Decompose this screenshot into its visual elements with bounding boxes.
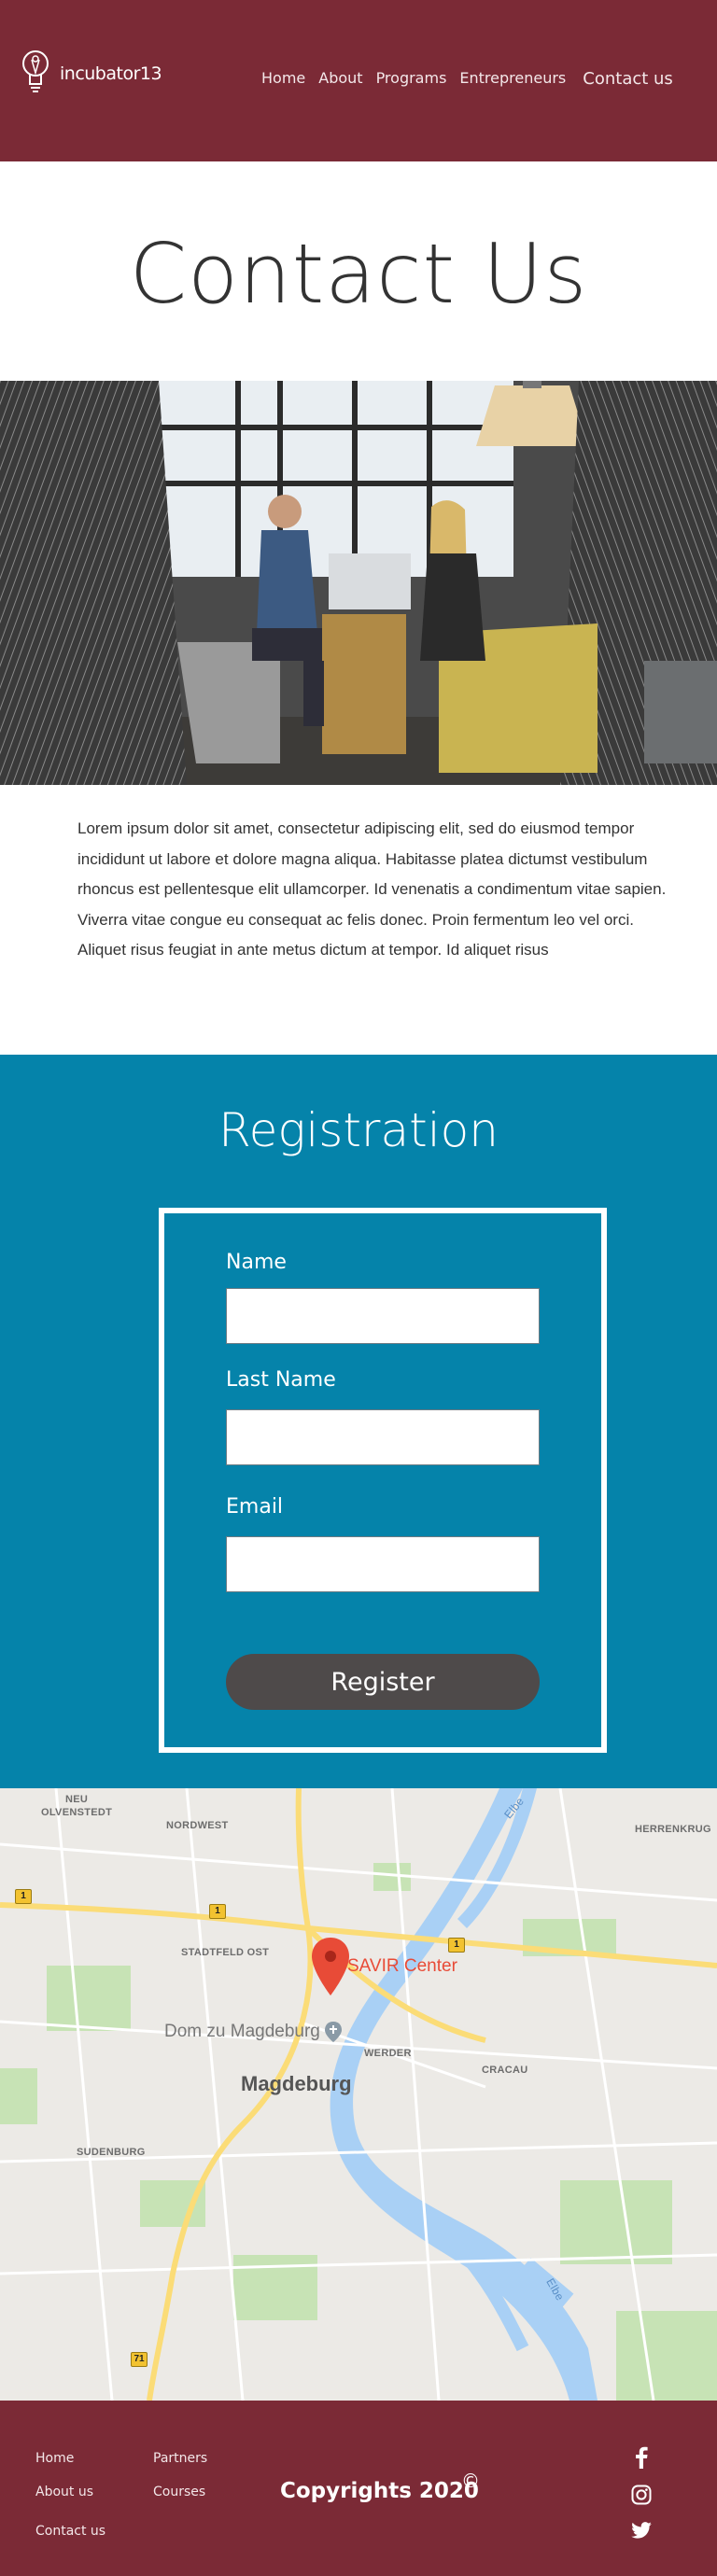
map-label: NEU [65,1794,89,1805]
last-name-label: Last Name [226,1368,336,1392]
last-name-input[interactable] [226,1409,540,1465]
twitter-icon[interactable] [627,2516,655,2544]
name-label: Name [226,1251,287,1274]
footer-link-contact-us[interactable]: Contact us [35,2524,105,2539]
map-label: CRACAU [482,2065,528,2076]
nav-about[interactable]: About [318,69,362,89]
site-header: incubator13 Home About Programs Entrepre… [0,0,717,161]
copyright-text: Copyrights 2020 [280,2479,479,2503]
intro-paragraph: Lorem ipsum dolor sit amet, consectetur … [77,819,667,959]
road-shield: 1 [15,1889,32,1904]
map-label: WERDER [364,2048,412,2059]
footer-link-courses[interactable]: Courses [153,2485,205,2499]
map-label: HERRENKRUG [635,1824,711,1835]
nav-programs[interactable]: Programs [376,69,447,89]
footer-link-about-us[interactable]: About us [35,2485,93,2499]
email-input[interactable] [226,1536,540,1592]
nav-home[interactable]: Home [261,69,305,89]
map-marker-label: SAVIR Center [347,1956,457,1976]
copyright-symbol: © [461,2470,480,2492]
register-button[interactable]: Register [226,1654,540,1710]
map-label: STADTFELD OST [181,1947,270,1958]
map-marker-icon[interactable] [312,1938,349,1999]
name-input[interactable] [226,1288,540,1344]
footer-link-partners[interactable]: Partners [153,2451,207,2466]
footer-link-home[interactable]: Home [35,2451,74,2466]
map-city-label: Magdeburg [241,2072,352,2095]
registration-title: Registration [218,1103,499,1157]
nav-contact-us[interactable]: Contact us [583,69,673,89]
road-shield: 1 [209,1904,226,1919]
location-map[interactable]: 1 1 1 71 NEU OLVENSTEDT NORDWEST HERRENK… [0,1788,717,2401]
site-logo[interactable]: incubator13 [21,49,162,99]
map-poi-label: Dom zu Magdeburg [164,2022,320,2041]
page-title: Contact Us [129,226,588,322]
registration-section: Registration Name Last Name Email Regist… [0,1055,717,1788]
email-label: Email [226,1495,284,1519]
road-shield: 71 [131,2352,148,2367]
hero-photo [0,381,717,785]
facebook-icon[interactable] [627,2443,655,2471]
main-nav: Home About Programs Entrepreneurs Contac… [261,69,686,89]
road-shield: 1 [448,1938,465,1953]
lightbulb-icon [21,49,50,99]
map-label: NORDWEST [166,1820,229,1831]
logo-text: incubator13 [60,63,162,84]
site-footer: Home Partners About us Courses Contact u… [0,2401,717,2576]
instagram-icon[interactable] [627,2481,655,2509]
nav-entrepreneurs[interactable]: Entrepreneurs [459,69,566,89]
place-of-worship-icon [325,2022,342,2046]
map-label: OLVENSTEDT [41,1807,113,1818]
map-label: SUDENBURG [77,2147,146,2158]
registration-form: Name Last Name Email Register [159,1208,607,1753]
